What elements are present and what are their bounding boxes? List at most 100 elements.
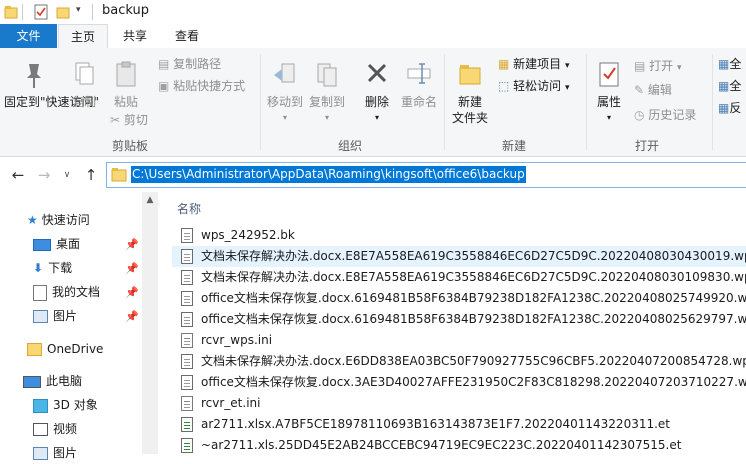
- history-button[interactable]: ◷ 历史记录: [634, 105, 696, 125]
- organize-group-label: 组织: [337, 139, 362, 153]
- tab-file[interactable]: 文件: [0, 24, 57, 48]
- paste-shortcut-button[interactable]: ▣ 粘贴快捷方式: [158, 76, 245, 96]
- file-name: office文档未保存恢复.docx.3AE3D40027AFFE231950C…: [201, 375, 746, 389]
- nav-item-pictures-pc[interactable]: 图片: [33, 442, 77, 464]
- pin-icon: 📌: [125, 286, 139, 299]
- up-arrow-icon[interactable]: ↑: [82, 166, 100, 184]
- file-row[interactable]: 文档未保存解决办法.docx.E8E7A558EA619C3558846EC6D…: [172, 267, 746, 288]
- file-name: wps_242952.bk: [201, 228, 295, 242]
- properties-check-icon[interactable]: [34, 4, 48, 20]
- documents-icon: [33, 284, 47, 301]
- copy-icon: [75, 62, 94, 85]
- new-folder-large-icon: [459, 65, 481, 85]
- paste-icon: [116, 61, 136, 87]
- paste-button[interactable]: 粘贴: [106, 60, 146, 110]
- properties-button[interactable]: 属性 ▾: [590, 60, 628, 126]
- nav-item-3d-objects[interactable]: 3D 对象: [33, 394, 98, 416]
- address-bar[interactable]: C:\Users\Administrator\AppData\Roaming\k…: [106, 162, 746, 188]
- copy-path-icon: ▤: [158, 57, 170, 71]
- pin-to-quick-access-button[interactable]: 固定到"快速访问": [4, 60, 99, 110]
- document-icon: [181, 249, 193, 264]
- invert-selection-button[interactable]: ▦反: [718, 98, 741, 118]
- group-separator: [260, 54, 261, 150]
- column-header-name[interactable]: 名称: [177, 200, 201, 217]
- open-button[interactable]: ▤ 打开 ▾: [634, 56, 682, 76]
- document-icon: [181, 375, 193, 390]
- move-to-icon: [274, 63, 295, 83]
- select-all-icon: ▦: [718, 57, 730, 71]
- folder-icon: [27, 343, 42, 356]
- scroll-up-arrow-icon[interactable]: ▲: [142, 192, 158, 208]
- settings-file-icon: [181, 396, 193, 411]
- nav-item-onedrive[interactable]: OneDrive: [27, 338, 103, 360]
- file-row[interactable]: office文档未保存恢复.docx.6169481B58F6384B79238…: [172, 288, 746, 309]
- copy-button[interactable]: 复制: [66, 60, 102, 110]
- folder-icon: [4, 6, 18, 19]
- new-folder-icon[interactable]: [56, 4, 70, 20]
- file-row[interactable]: wps_242952.bk: [172, 225, 746, 246]
- file-name: office文档未保存恢复.docx.6169481B58F6384B79238…: [201, 312, 746, 326]
- edit-icon: ✎: [634, 83, 645, 97]
- star-icon: ★: [27, 213, 38, 227]
- select-all-button[interactable]: ▦全: [718, 54, 741, 74]
- nav-item-quick-access[interactable]: ★ 快速访问: [27, 209, 90, 231]
- easy-access-button[interactable]: ⬚ 轻松访问 ▾: [498, 76, 570, 96]
- pin-icon: 📌: [125, 262, 139, 275]
- video-icon: [33, 423, 48, 436]
- file-name: rcvr_et.ini: [201, 396, 261, 410]
- file-row[interactable]: rcvr_wps.ini: [172, 330, 746, 351]
- file-row[interactable]: office文档未保存恢复.docx.6169481B58F6384B79238…: [172, 309, 746, 330]
- desktop-icon: [33, 238, 51, 251]
- document-icon: [181, 291, 193, 306]
- file-name: 文档未保存解决办法.docx.E8E7A558EA619C3558846EC6D…: [201, 270, 746, 284]
- file-row[interactable]: office文档未保存恢复.docx.3AE3D40027AFFE231950C…: [172, 372, 746, 393]
- file-row[interactable]: ar2711.xlsx.A7BF5CE18978110693B163143873…: [172, 414, 746, 435]
- rename-icon: [407, 63, 431, 84]
- nav-item-this-pc[interactable]: 此电脑: [23, 370, 82, 392]
- pictures-icon: [33, 310, 48, 323]
- folder-icon: [111, 168, 127, 182]
- file-name: ~ar2711.xls.25DD45E2AB24BCCEBC94719EC9EC…: [201, 438, 682, 452]
- file-name: ar2711.xlsx.A7BF5CE18978110693B163143873…: [201, 417, 671, 431]
- file-row[interactable]: ~ar2711.xls.25DD45E2AB24BCCEBC94719EC9EC…: [172, 435, 746, 456]
- nav-item-desktop[interactable]: 桌面: [33, 233, 80, 255]
- copy-to-button[interactable]: 复制到 ▾: [306, 60, 348, 126]
- move-to-button[interactable]: 移动到 ▾: [264, 60, 306, 126]
- select-none-button[interactable]: ▦全: [718, 76, 741, 96]
- copy-path-button[interactable]: ▤ 复制路径: [158, 54, 221, 74]
- edit-button[interactable]: ✎ 编辑: [634, 80, 672, 100]
- file-name: 文档未保存解决办法.docx.E8E7A558EA619C3558846EC6D…: [201, 249, 746, 263]
- new-item-button[interactable]: ▦ 新建项目 ▾: [498, 54, 570, 74]
- open-group-label: 打开: [634, 139, 659, 153]
- address-path[interactable]: C:\Users\Administrator\AppData\Roaming\k…: [131, 166, 526, 183]
- file-row[interactable]: 文档未保存解决办法.docx.E8E7A558EA619C3558846EC6D…: [172, 246, 746, 267]
- tab-view[interactable]: 查看: [164, 24, 210, 48]
- recent-locations-chevron-icon[interactable]: ∨: [58, 170, 76, 180]
- nav-item-downloads[interactable]: ⬇ 下载: [33, 257, 72, 279]
- qat-dropdown-icon[interactable]: ▾: [76, 5, 81, 15]
- nav-scrollbar[interactable]: ▲: [142, 192, 158, 454]
- file-name: 文档未保存解决办法.docx.E6DD838EA03BC50F790927755…: [201, 354, 746, 368]
- file-row[interactable]: 文档未保存解决办法.docx.E6DD838EA03BC50F790927755…: [172, 351, 746, 372]
- tab-share[interactable]: 共享: [112, 24, 158, 48]
- rename-button[interactable]: 重命名: [398, 60, 440, 110]
- file-row[interactable]: rcvr_et.ini: [172, 393, 746, 414]
- cut-button[interactable]: ✂ 剪切: [110, 110, 148, 130]
- forward-arrow-icon[interactable]: →: [35, 166, 53, 184]
- nav-item-pictures[interactable]: 图片: [33, 305, 77, 327]
- back-arrow-icon[interactable]: ←: [9, 166, 27, 184]
- delete-button[interactable]: 删除 ▾: [360, 60, 394, 126]
- spreadsheet-icon: [181, 438, 193, 453]
- copy-to-icon: [317, 63, 337, 87]
- tab-home[interactable]: 主页: [58, 24, 108, 50]
- select-none-icon: ▦: [718, 79, 730, 93]
- new-folder-button[interactable]: 新建 文件夹: [448, 60, 492, 126]
- nav-item-documents[interactable]: 我的文档: [33, 281, 100, 303]
- history-icon: ◷: [634, 108, 645, 122]
- download-icon: ⬇: [33, 261, 44, 275]
- document-icon: [181, 312, 193, 327]
- nav-item-videos[interactable]: 视频: [33, 418, 77, 440]
- new-group-label: 新建: [501, 139, 526, 153]
- window-title: backup: [102, 3, 149, 18]
- settings-file-icon: [181, 333, 193, 348]
